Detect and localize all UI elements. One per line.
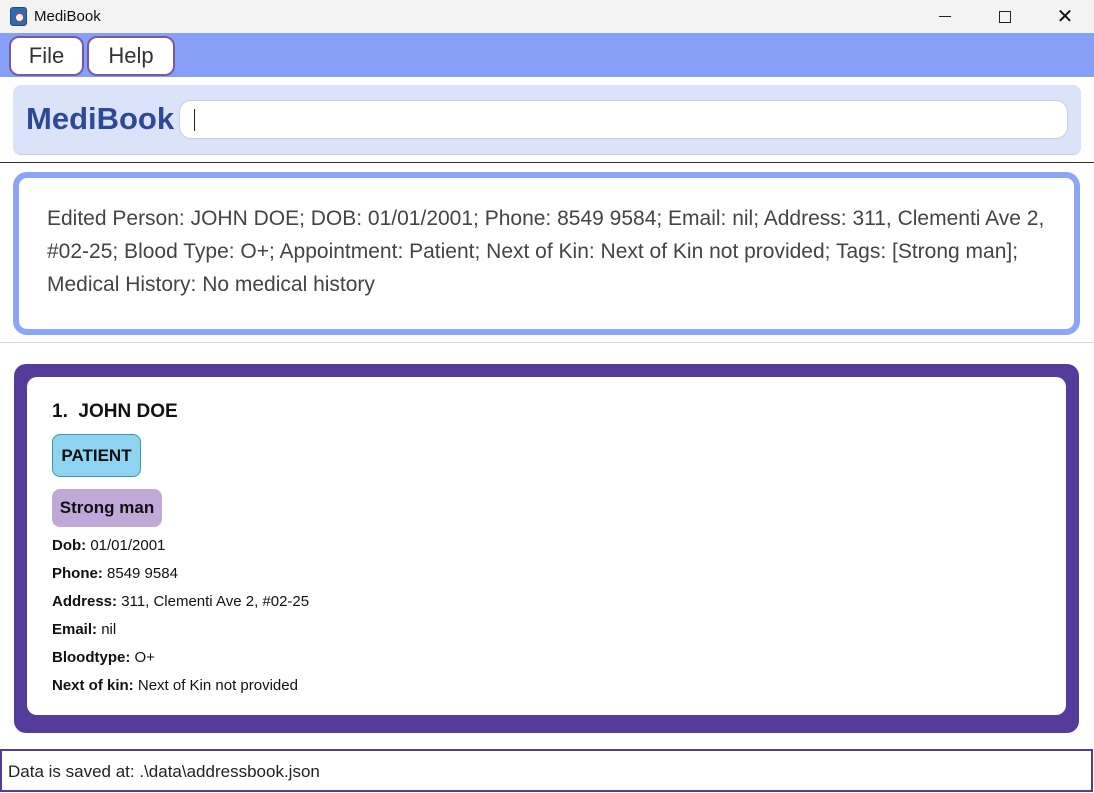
person-index: 1. [52,401,68,422]
field-label: Next of kin: [52,677,134,694]
field-value: 01/01/2001 [90,537,166,554]
save-location-text: Data is saved at: .\data\addressbook.jso… [8,762,320,781]
help-menu-button[interactable]: Help [87,36,175,76]
field-label: Email: [52,621,98,638]
phone-field: Phone: 8549 9584 [52,565,178,582]
bloodtype-field: Bloodtype: O+ [52,649,155,666]
field-value: 311, Clementi Ave 2, #02-25 [121,593,310,610]
person-card[interactable]: 1. JOHN DOE PATIENT Strong man Dob: 01/0… [14,364,1079,733]
menu-bar: File Help [0,33,1094,77]
text-cursor [194,109,195,131]
maximize-icon[interactable] [976,0,1034,33]
field-label: Bloodtype: [52,649,131,666]
tag-badge: Strong man [52,489,162,527]
command-bar: MediBook [13,85,1081,155]
person-name-line: 1. JOHN DOE [52,401,178,423]
field-value: O+ [134,649,155,666]
file-menu-button[interactable]: File [9,36,84,76]
field-label: Address: [52,593,118,610]
field-value: 8549 9584 [107,565,178,582]
window-title: MediBook [34,8,101,25]
address-field: Address: 311, Clementi Ave 2, #02-25 [52,593,309,610]
field-value: Next of Kin not provided [137,677,298,694]
title-bar: MediBook ✕ [0,0,1094,33]
command-input[interactable] [179,100,1068,139]
person-name: JOHN DOE [78,401,178,422]
brand-title: MediBook [26,101,175,136]
field-label: Phone: [52,565,103,582]
close-icon[interactable]: ✕ [1036,0,1094,33]
field-label: Dob: [52,537,87,554]
email-field: Email: nil [52,621,116,638]
result-pane: Edited Person: JOHN DOE; DOB: 01/01/2001… [0,163,1094,343]
minimize-icon[interactable] [916,0,974,33]
person-list[interactable]: 1. JOHN DOE PATIENT Strong man Dob: 01/0… [0,349,1094,747]
role-badge: PATIENT [52,434,141,477]
status-bar: Data is saved at: .\data\addressbook.jso… [0,749,1093,792]
result-display[interactable]: Edited Person: JOHN DOE; DOB: 01/01/2001… [13,172,1080,335]
result-message: Edited Person: JOHN DOE; DOB: 01/01/2001… [47,207,1045,296]
field-value: nil [101,621,117,638]
dob-field: Dob: 01/01/2001 [52,537,165,554]
next-of-kin-field: Next of kin: Next of Kin not provided [52,677,298,694]
medibook-app-icon [10,7,27,26]
person-card-body: 1. JOHN DOE PATIENT Strong man Dob: 01/0… [27,377,1066,715]
